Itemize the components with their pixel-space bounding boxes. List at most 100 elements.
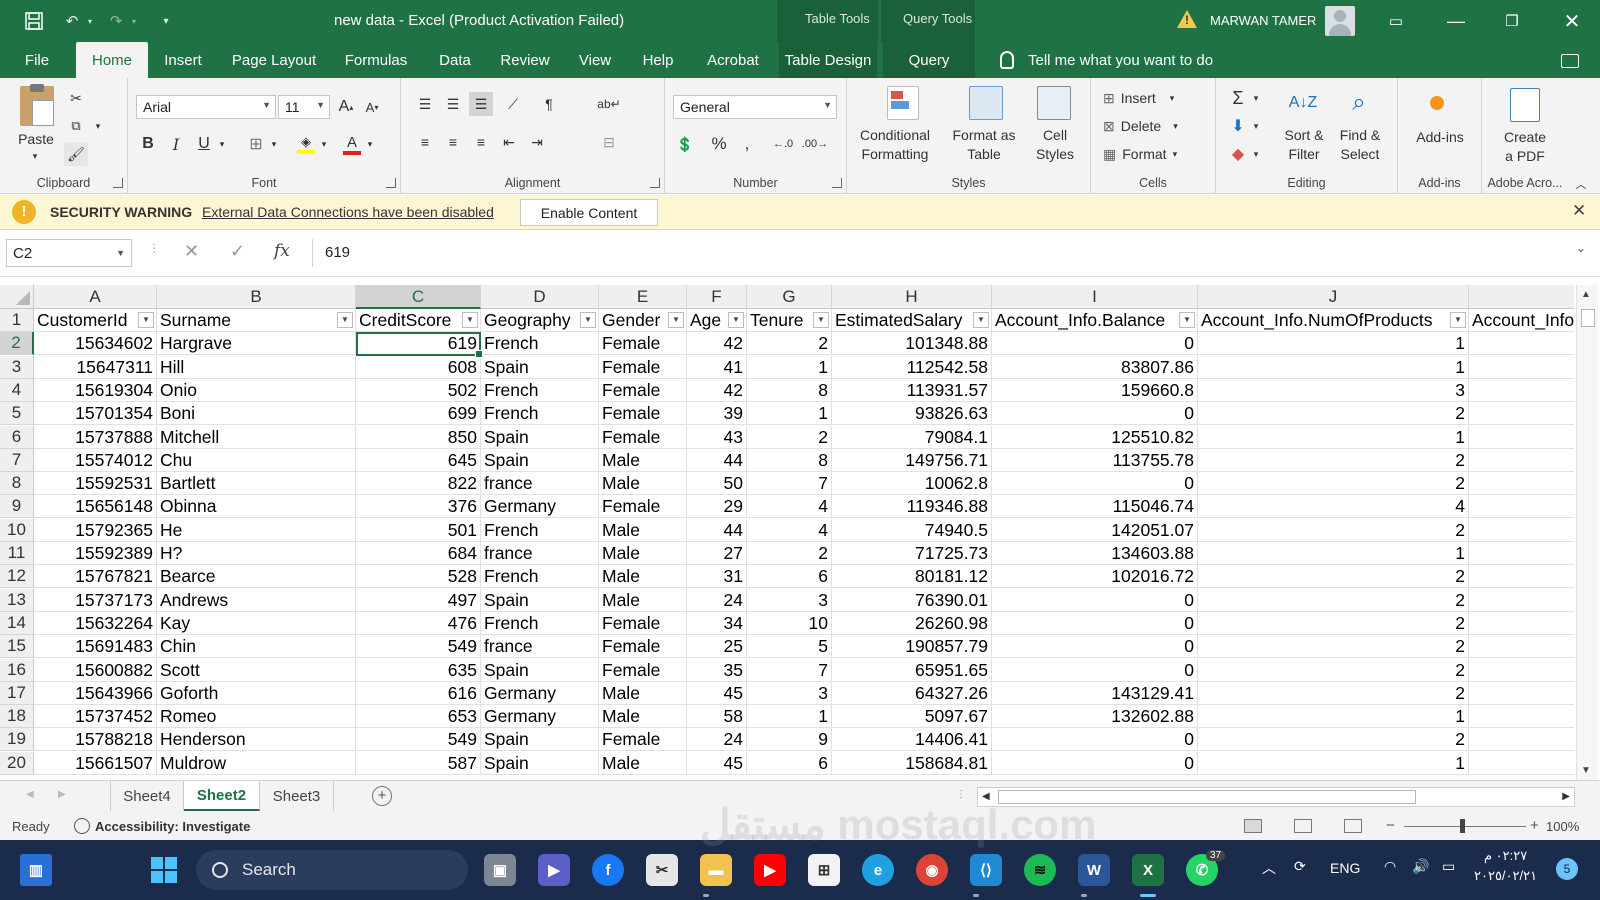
table-cell[interactable]: Female bbox=[599, 611, 687, 635]
font-name-select[interactable]: Arial ▼ bbox=[136, 95, 276, 119]
close-icon[interactable]: ✕ bbox=[1544, 0, 1600, 42]
table-header-cell[interactable]: Age ▼ bbox=[687, 309, 747, 332]
chrome-icon[interactable]: ◉ bbox=[916, 854, 948, 886]
row-header[interactable]: 20 bbox=[0, 751, 34, 775]
column-header[interactable]: E bbox=[599, 285, 687, 309]
table-cell[interactable]: 15643966 bbox=[34, 681, 157, 705]
table-cell[interactable]: 15656148 bbox=[34, 495, 157, 519]
table-cell[interactable]: 699 bbox=[356, 402, 481, 426]
table-cell[interactable] bbox=[1469, 495, 1574, 519]
row-header[interactable]: 13 bbox=[0, 588, 34, 612]
row-header[interactable]: 10 bbox=[0, 518, 34, 542]
row-header[interactable]: 2 bbox=[0, 332, 34, 356]
align-right-icon[interactable]: ≡ bbox=[469, 130, 493, 154]
table-cell[interactable]: 80181.12 bbox=[832, 565, 992, 589]
scroll-right-icon[interactable]: ▶ bbox=[1562, 791, 1570, 802]
table-cell[interactable]: Hill bbox=[157, 355, 356, 379]
table-cell[interactable]: Mitchell bbox=[157, 425, 356, 449]
tab-formulas[interactable]: Formulas bbox=[338, 42, 414, 78]
table-cell[interactable]: Bearce bbox=[157, 565, 356, 589]
table-cell[interactable] bbox=[1469, 472, 1574, 496]
table-cell[interactable]: 1 bbox=[747, 402, 832, 426]
clock-time[interactable]: ٠٢:٢٧ م bbox=[1484, 848, 1527, 864]
enter-icon[interactable]: ✓ bbox=[230, 241, 245, 262]
table-cell[interactable]: 4 bbox=[1198, 495, 1469, 519]
table-cell[interactable]: 2 bbox=[1198, 518, 1469, 542]
tab-table-design[interactable]: Table Design bbox=[779, 42, 877, 78]
table-cell[interactable]: 497 bbox=[356, 588, 481, 612]
restore-icon[interactable]: ❐ bbox=[1484, 0, 1540, 42]
table-cell[interactable]: 1 bbox=[1198, 705, 1469, 729]
row-header[interactable]: 15 bbox=[0, 635, 34, 659]
table-cell[interactable]: 2 bbox=[1198, 681, 1469, 705]
table-cell[interactable]: 2 bbox=[747, 425, 832, 449]
clock-date[interactable]: ٢٠٢٥/٠٢/٢١ bbox=[1474, 868, 1537, 884]
column-header[interactable]: G bbox=[747, 285, 832, 309]
zoom-slider-thumb[interactable] bbox=[1460, 819, 1465, 833]
table-cell[interactable]: 1 bbox=[1198, 425, 1469, 449]
format-as-table-label[interactable]: Format as Table bbox=[943, 126, 1025, 164]
table-cell[interactable]: 115046.74 bbox=[992, 495, 1198, 519]
sync-icon[interactable]: ⟳ bbox=[1294, 858, 1306, 875]
more-options-icon[interactable]: ⋮ bbox=[148, 241, 160, 255]
tab-query[interactable]: Query bbox=[883, 42, 975, 78]
paste-dropdown-icon[interactable]: ▾ bbox=[28, 150, 42, 162]
table-cell[interactable]: 41 bbox=[687, 355, 747, 379]
table-cell[interactable]: French bbox=[481, 332, 599, 356]
bold-icon[interactable]: B bbox=[136, 132, 160, 156]
fill-color-dropdown-icon[interactable]: ▾ bbox=[318, 132, 330, 156]
table-cell[interactable]: 822 bbox=[356, 472, 481, 496]
table-cell[interactable]: 149756.71 bbox=[832, 448, 992, 472]
table-cell[interactable] bbox=[1469, 356, 1574, 379]
table-cell[interactable]: 142051.07 bbox=[992, 518, 1198, 542]
table-cell[interactable]: Chin bbox=[157, 635, 356, 659]
accounting-format-icon[interactable]: 💲 bbox=[673, 132, 697, 156]
table-cell[interactable]: 501 bbox=[356, 518, 481, 542]
row-header[interactable]: 3 bbox=[0, 355, 34, 379]
table-cell[interactable]: 2 bbox=[1198, 635, 1469, 659]
column-header[interactable]: C bbox=[356, 285, 481, 309]
table-cell[interactable]: 42 bbox=[687, 332, 747, 356]
notification-count[interactable]: 5 bbox=[1556, 858, 1578, 880]
table-cell[interactable]: Male bbox=[599, 751, 687, 775]
table-cell[interactable]: 15701354 bbox=[34, 402, 157, 426]
table-cell[interactable]: 31 bbox=[687, 565, 747, 589]
table-cell[interactable]: Hargrave bbox=[157, 332, 356, 356]
table-cell[interactable]: 15600882 bbox=[34, 658, 157, 682]
table-cell[interactable]: 1 bbox=[747, 355, 832, 379]
table-cell[interactable]: 159660.8 bbox=[992, 378, 1198, 402]
column-header[interactable]: F bbox=[687, 285, 747, 309]
table-cell[interactable]: 15788218 bbox=[34, 728, 157, 752]
fill-dropdown-icon[interactable]: ▾ bbox=[1250, 114, 1262, 138]
addins-icon[interactable] bbox=[1430, 96, 1444, 110]
cell-styles-icon[interactable] bbox=[1037, 86, 1071, 120]
table-cell[interactable]: Spain bbox=[481, 448, 599, 472]
table-cell[interactable]: 0 bbox=[992, 402, 1198, 426]
table-cell[interactable]: france bbox=[481, 635, 599, 659]
sheet-tab-sheet2[interactable]: Sheet2 bbox=[184, 781, 260, 811]
table-cell[interactable]: 34 bbox=[687, 611, 747, 635]
table-cell[interactable]: 15767821 bbox=[34, 565, 157, 589]
vertical-scroll-thumb[interactable] bbox=[1581, 309, 1595, 327]
format-as-table-icon[interactable] bbox=[969, 86, 1003, 120]
table-cell[interactable]: Female bbox=[599, 332, 687, 356]
table-cell[interactable]: 619 bbox=[356, 332, 481, 356]
next-sheet-icon[interactable]: ▶ bbox=[58, 789, 66, 800]
excel-icon[interactable]: X bbox=[1132, 854, 1164, 886]
comma-style-icon[interactable]: , bbox=[735, 132, 759, 156]
table-cell[interactable]: 1 bbox=[1198, 542, 1469, 565]
table-cell[interactable] bbox=[1469, 635, 1574, 659]
alignment-launcher-icon[interactable] bbox=[650, 178, 660, 188]
save-icon[interactable] bbox=[22, 10, 46, 32]
table-cell[interactable]: Germany bbox=[481, 495, 599, 519]
tab-acrobat[interactable]: Acrobat bbox=[698, 42, 768, 78]
table-cell[interactable]: H? bbox=[157, 542, 356, 565]
autosum-dropdown-icon[interactable]: ▾ bbox=[1250, 86, 1262, 110]
start-icon[interactable] bbox=[148, 854, 180, 886]
filter-dropdown-icon[interactable]: ▼ bbox=[337, 312, 353, 328]
edge-icon[interactable]: e bbox=[862, 854, 894, 886]
table-cell[interactable] bbox=[1469, 449, 1574, 472]
table-header-cell[interactable]: Surname ▼ bbox=[157, 309, 356, 332]
tab-review[interactable]: Review bbox=[494, 42, 556, 78]
column-header[interactable]: B bbox=[157, 285, 356, 309]
